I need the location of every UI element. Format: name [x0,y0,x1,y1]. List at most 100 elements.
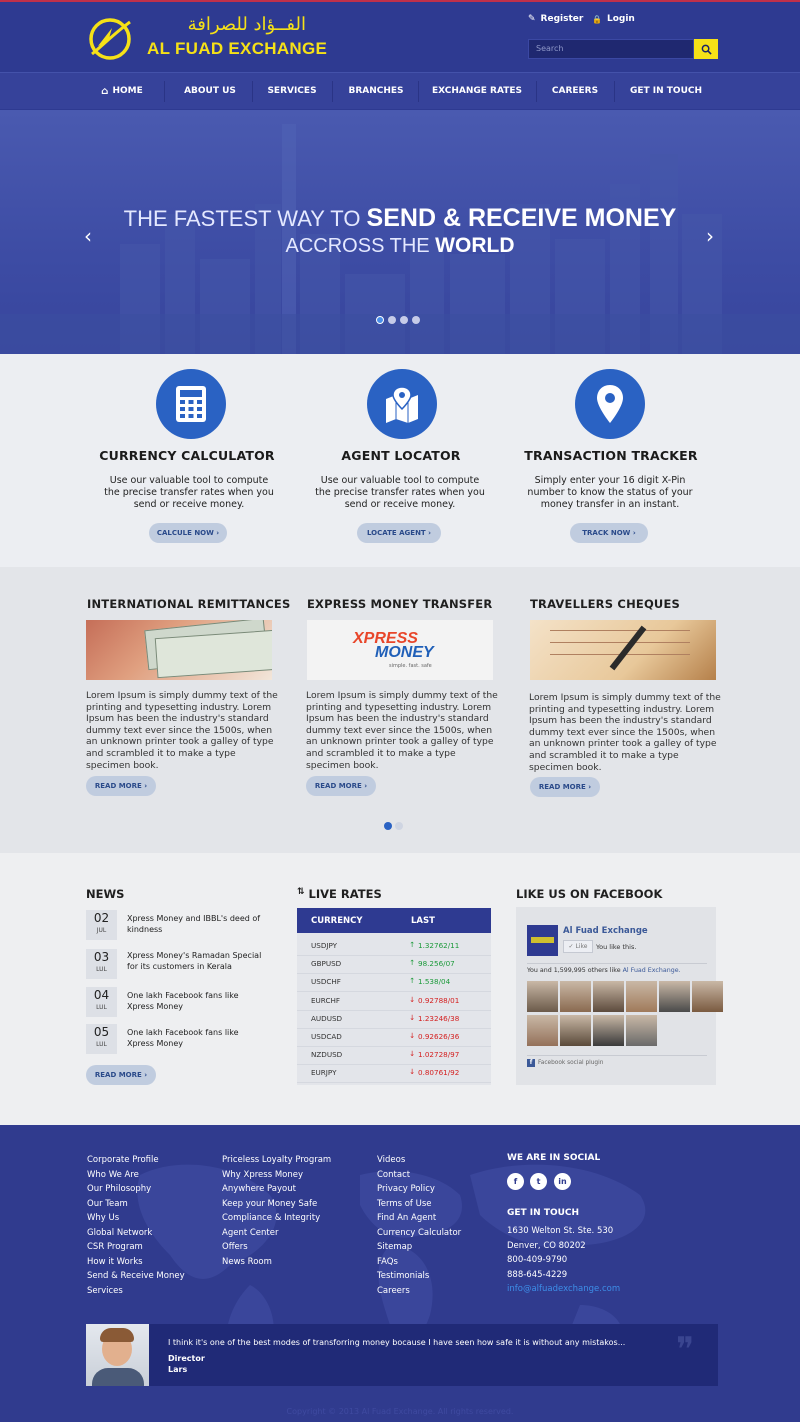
service-desc-remittances: Lorem Ipsum is simply dummy text of the … [86,690,278,771]
nav-exchange-rates[interactable]: EXCHANGE RATES [430,73,524,110]
logo-emblem-icon[interactable] [86,16,134,62]
fb-fan-avatar[interactable] [527,981,558,1012]
footer-link[interactable]: Testimonials [377,1269,461,1284]
rates-col-last: LAST [411,916,435,926]
footer-link[interactable]: Keep your Money Safe [222,1197,331,1212]
rate-pair: EURJPY [311,1068,337,1078]
footer-link[interactable]: CSR Program [87,1240,185,1255]
fb-page-avatar[interactable] [527,925,558,956]
carousel-dot[interactable] [395,822,403,830]
news-read-more-button[interactable]: READ MORE › [86,1065,156,1085]
rate-value: 0.80761/92 [418,1068,460,1078]
map-pin-icon[interactable] [367,369,437,439]
slider-dot[interactable] [388,316,396,324]
footer-link[interactable]: Send & Receive Money [87,1269,185,1284]
slider-prev-icon[interactable]: ‹ [84,224,92,248]
rate-row: USDCAD ↓ 0.92626/36 [297,1029,491,1047]
news-month: LUL [96,1041,107,1048]
fb-fan-avatar[interactable] [593,981,624,1012]
footer-link[interactable]: Videos [377,1153,461,1168]
register-label: Register [540,14,584,24]
footer-link[interactable]: Our Philosophy [87,1182,185,1197]
fb-fan-avatar[interactable] [626,981,657,1012]
footer-link[interactable]: Privacy Policy [377,1182,461,1197]
copyright: Copyright © 2013 Al Fuad Exchange. All r… [286,1407,514,1416]
hero-subheadline: ACCROSS THE WORLD [0,234,800,258]
location-pin-icon[interactable] [575,369,645,439]
search-button[interactable] [694,39,718,59]
footer-link[interactable]: Careers [377,1284,461,1299]
news-item-link[interactable]: Xpress Money's Ramadan Special for its c… [127,951,267,972]
register-link[interactable]: ✎ Register [528,14,583,24]
login-link[interactable]: 🔒 Login [592,14,635,24]
footer-link[interactable]: Terms of Use [377,1197,461,1212]
fb-like-button[interactable]: ✓ Like [563,940,593,953]
fb-fan-avatar[interactable] [692,981,723,1012]
footer-link[interactable]: Anywhere Payout [222,1182,331,1197]
testimonial-avatar [86,1324,149,1386]
fb-fan-avatar[interactable] [527,1015,558,1046]
fb-page-name[interactable]: Al Fuad Exchange [563,926,648,936]
footer-link[interactable]: Compliance & Integrity [222,1211,331,1226]
footer-link[interactable]: Find An Agent [377,1211,461,1226]
fb-fan-avatar[interactable] [659,981,690,1012]
footer-link[interactable]: Priceless Loyalty Program [222,1153,331,1168]
locate-agent-button[interactable]: LOCATE AGENT › [357,523,441,543]
slider-dot-active[interactable] [376,316,384,324]
footer-link[interactable]: News Room [222,1255,331,1270]
news-item-link[interactable]: One lakh Facebook fans like Xpress Money [127,1028,267,1049]
news-date: 03 LUL [86,949,117,979]
facebook-icon[interactable]: f [507,1173,524,1190]
fb-fan-avatar[interactable] [593,1015,624,1046]
footer-link[interactable]: How it Works [87,1255,185,1270]
linkedin-icon[interactable]: in [554,1173,571,1190]
footer-link[interactable]: Corporate Profile [87,1153,185,1168]
rate-pair: EURCHF [311,995,340,1005]
search-input[interactable]: Search [528,39,694,59]
nav-branches[interactable]: BRANCHES [342,73,410,110]
fb-fan-avatar[interactable] [560,1015,591,1046]
track-now-button[interactable]: TRACK NOW › [570,523,648,543]
footer-link[interactable]: Agent Center [222,1226,331,1241]
arrow-down-icon: ↓ [409,1031,416,1040]
read-more-cheques-button[interactable]: READ MORE › [530,777,600,797]
slider-dot[interactable] [412,316,420,324]
slider-next-icon[interactable]: › [706,224,714,248]
slider-dot[interactable] [400,316,408,324]
nav-get-in-touch[interactable]: GET IN TOUCH [626,73,706,110]
footer-link[interactable]: FAQs [377,1255,461,1270]
news-item-link[interactable]: Xpress Money and IBBL's deed of kindness [127,914,267,935]
footer-link[interactable]: Why Xpress Money [222,1168,331,1183]
nav-home[interactable]: ⌂ HOME [92,73,152,110]
testimonial: I think it's one of the best modes of tr… [86,1324,718,1386]
footer-link[interactable]: Contact [377,1168,461,1183]
footer-link[interactable]: Our Team [87,1197,185,1212]
nav-careers[interactable]: CAREERS [546,73,604,110]
footer-link[interactable]: Sitemap [377,1240,461,1255]
carousel-dot-active[interactable] [384,822,392,830]
quote-icon: ❞ [676,1330,695,1370]
calculator-icon[interactable] [156,369,226,439]
fb-fan-avatar[interactable] [626,1015,657,1046]
contact-heading: GET IN TOUCH [507,1208,580,1218]
footer-link[interactable]: Offers [222,1240,331,1255]
footer-link[interactable]: Currency Calculator [377,1226,461,1241]
xpress-money-logo-image: XPRESS MONEY simple. fast. safe [307,620,493,680]
news-item-link[interactable]: One lakh Facebook fans like Xpress Money [127,991,267,1012]
logo-name[interactable]: AL FUAD EXCHANGE [147,39,327,59]
footer-link[interactable]: Why Us [87,1211,185,1226]
fb-fan-avatar[interactable] [560,981,591,1012]
email-link[interactable]: info@alfuadexchange.com [507,1282,620,1297]
nav-about[interactable]: ABOUT US [176,73,244,110]
nav-services[interactable]: SERVICES [262,73,322,110]
footer-link[interactable]: Who We Are [87,1168,185,1183]
main-nav: ⌂ HOME ABOUT US SERVICES BRANCHES EXCHAN… [0,72,800,109]
calculate-now-button[interactable]: CALCULE NOW › [149,523,227,543]
read-more-remittances-button[interactable]: READ MORE › [86,776,156,796]
footer-link[interactable]: Global Network [87,1226,185,1241]
fb-count-link[interactable]: Al Fuad Exchange. [623,967,681,974]
twitter-icon[interactable]: t [530,1173,547,1190]
footer-link[interactable]: Services [87,1284,185,1299]
search-icon [701,44,712,55]
read-more-express-button[interactable]: READ MORE › [306,776,376,796]
